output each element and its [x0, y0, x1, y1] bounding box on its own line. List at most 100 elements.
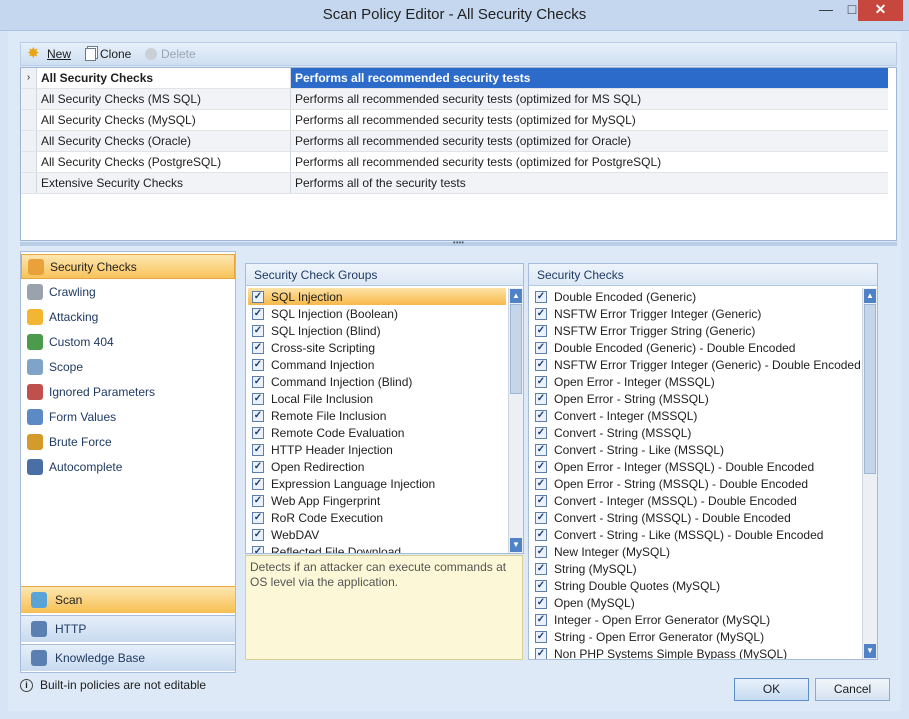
checkbox[interactable]: ✓ — [252, 324, 264, 337]
list-item[interactable]: ✓ String (MySQL) — [531, 560, 860, 577]
list-item[interactable]: ✓ Convert - Integer (MSSQL) - Double Enco… — [531, 492, 860, 509]
groups-scroll-thumb[interactable] — [510, 304, 522, 394]
policy-row[interactable]: All Security Checks (MS SQL) Performs all… — [21, 89, 888, 110]
list-item[interactable]: ✓ SQL Injection (Blind) — [248, 322, 506, 339]
checkbox[interactable]: ✓ — [252, 375, 264, 388]
scroll-down-icon[interactable]: ▼ — [510, 538, 522, 552]
cancel-button[interactable]: Cancel — [815, 678, 890, 701]
list-item[interactable]: ✓ Web App Fingerprint — [248, 492, 506, 509]
checkbox[interactable]: ✓ — [535, 290, 547, 303]
horizontal-splitter[interactable]: •••• — [20, 239, 897, 247]
list-item[interactable]: ✓ Convert - String - Like (MSSQL) - Doubl… — [531, 526, 860, 543]
ok-button[interactable]: OK — [734, 678, 809, 701]
checkbox[interactable]: ✓ — [535, 307, 547, 320]
checkbox[interactable]: ✓ — [252, 392, 264, 405]
checkbox[interactable]: ✓ — [535, 341, 547, 354]
checkbox[interactable]: ✓ — [535, 324, 547, 337]
checkbox[interactable]: ✓ — [535, 545, 547, 558]
list-item[interactable]: ✓ SQL Injection — [248, 288, 506, 305]
list-item[interactable]: ✓ RoR Code Execution — [248, 509, 506, 526]
checkbox[interactable]: ✓ — [535, 562, 547, 575]
checkbox[interactable]: ✓ — [535, 579, 547, 592]
checkbox[interactable]: ✓ — [535, 460, 547, 473]
checkbox[interactable]: ✓ — [535, 494, 547, 507]
nav-item[interactable]: Security Checks — [21, 254, 235, 279]
groups-scrollbar[interactable]: ▲ ▼ — [508, 288, 523, 553]
list-item[interactable]: ✓ Open Error - String (MSSQL) — [531, 390, 860, 407]
list-item[interactable]: ✓ Open (MySQL) — [531, 594, 860, 611]
checkbox[interactable]: ✓ — [252, 477, 264, 490]
nav-item[interactable]: Attacking — [21, 304, 235, 329]
nav-item[interactable]: Autocomplete — [21, 454, 235, 479]
checkbox[interactable]: ✓ — [252, 460, 264, 473]
scroll-up-icon[interactable]: ▲ — [864, 289, 876, 303]
close-button[interactable]: ✕ — [858, 0, 903, 21]
scroll-down-icon[interactable]: ▼ — [864, 644, 876, 658]
checkbox[interactable]: ✓ — [252, 358, 264, 371]
list-item[interactable]: ✓ String Double Quotes (MySQL) — [531, 577, 860, 594]
nav-item[interactable]: Custom 404 — [21, 329, 235, 354]
checkbox[interactable]: ✓ — [535, 392, 547, 405]
policy-row[interactable]: All Security Checks (PostgreSQL) Performs… — [21, 152, 888, 173]
list-item[interactable]: ✓ Non PHP Systems Simple Bypass (MySQL) — [531, 645, 860, 659]
checkbox[interactable]: ✓ — [252, 511, 264, 524]
checkbox[interactable]: ✓ — [535, 443, 547, 456]
nav-item[interactable]: Scope — [21, 354, 235, 379]
checkbox[interactable]: ✓ — [535, 409, 547, 422]
list-item[interactable]: ✓ Convert - String (MSSQL) — [531, 424, 860, 441]
checkbox[interactable]: ✓ — [535, 630, 547, 643]
list-item[interactable]: ✓ New Integer (MySQL) — [531, 543, 860, 560]
list-item[interactable]: ✓ NSFTW Error Trigger Integer (Generic) -… — [531, 356, 860, 373]
clone-button[interactable]: Clone — [85, 46, 131, 62]
checkbox[interactable]: ✓ — [252, 341, 264, 354]
list-item[interactable]: ✓ Reflected File Download — [248, 543, 506, 553]
checkbox[interactable]: ✓ — [535, 426, 547, 439]
checkbox[interactable]: ✓ — [535, 511, 547, 524]
nav-item[interactable]: Form Values — [21, 404, 235, 429]
nav-section-knowledge-base[interactable]: Knowledge Base — [21, 644, 235, 671]
policy-row[interactable]: All Security Checks (Oracle) Performs all… — [21, 131, 888, 152]
list-item[interactable]: ✓ Command Injection (Blind) — [248, 373, 506, 390]
list-item[interactable]: ✓ NSFTW Error Trigger String (Generic) — [531, 322, 860, 339]
list-item[interactable]: ✓ WebDAV — [248, 526, 506, 543]
checks-scrollbar[interactable]: ▲ ▼ — [862, 288, 877, 659]
list-item[interactable]: ✓ Open Error - String (MSSQL) - Double En… — [531, 475, 860, 492]
checkbox[interactable]: ✓ — [252, 409, 264, 422]
checkbox[interactable]: ✓ — [252, 426, 264, 439]
list-item[interactable]: ✓ NSFTW Error Trigger Integer (Generic) — [531, 305, 860, 322]
new-button[interactable]: ✸ New — [27, 46, 71, 62]
checkbox[interactable]: ✓ — [252, 307, 264, 320]
list-item[interactable]: ✓ Integer - Open Error Generator (MySQL) — [531, 611, 860, 628]
list-item[interactable]: ✓ Local File Inclusion — [248, 390, 506, 407]
list-item[interactable]: ✓ Remote File Inclusion — [248, 407, 506, 424]
list-item[interactable]: ✓ Convert - String - Like (MSSQL) — [531, 441, 860, 458]
list-item[interactable]: ✓ Convert - Integer (MSSQL) — [531, 407, 860, 424]
checkbox[interactable]: ✓ — [535, 375, 547, 388]
list-item[interactable]: ✓ Double Encoded (Generic) - Double Encod… — [531, 339, 860, 356]
policy-row[interactable]: All Security Checks (MySQL) Performs all … — [21, 110, 888, 131]
checkbox[interactable]: ✓ — [535, 358, 547, 371]
delete-button[interactable]: Delete — [145, 46, 196, 62]
list-item[interactable]: ✓ Command Injection — [248, 356, 506, 373]
checkbox[interactable]: ✓ — [252, 545, 264, 553]
list-item[interactable]: ✓ Remote Code Evaluation — [248, 424, 506, 441]
list-item[interactable]: ✓ SQL Injection (Boolean) — [248, 305, 506, 322]
policy-row[interactable]: Extensive Security Checks Performs all of… — [21, 173, 888, 194]
checkbox[interactable]: ✓ — [535, 647, 547, 659]
list-item[interactable]: ✓ Open Error - Integer (MSSQL) — [531, 373, 860, 390]
nav-item[interactable]: Ignored Parameters — [21, 379, 235, 404]
list-item[interactable]: ✓ Double Encoded (Generic) — [531, 288, 860, 305]
nav-section-scan[interactable]: Scan — [21, 586, 235, 613]
list-item[interactable]: ✓ Open Error - Integer (MSSQL) - Double E… — [531, 458, 860, 475]
checkbox[interactable]: ✓ — [535, 613, 547, 626]
checkbox[interactable]: ✓ — [252, 290, 264, 303]
list-item[interactable]: ✓ Convert - String (MSSQL) - Double Encod… — [531, 509, 860, 526]
scroll-up-icon[interactable]: ▲ — [510, 289, 522, 303]
list-item[interactable]: ✓ String - Open Error Generator (MySQL) — [531, 628, 860, 645]
nav-section-http[interactable]: HTTP — [21, 615, 235, 642]
checkbox[interactable]: ✓ — [252, 494, 264, 507]
list-item[interactable]: ✓ Open Redirection — [248, 458, 506, 475]
checkbox[interactable]: ✓ — [535, 528, 547, 541]
checks-scroll-thumb[interactable] — [864, 304, 876, 474]
checkbox[interactable]: ✓ — [535, 596, 547, 609]
